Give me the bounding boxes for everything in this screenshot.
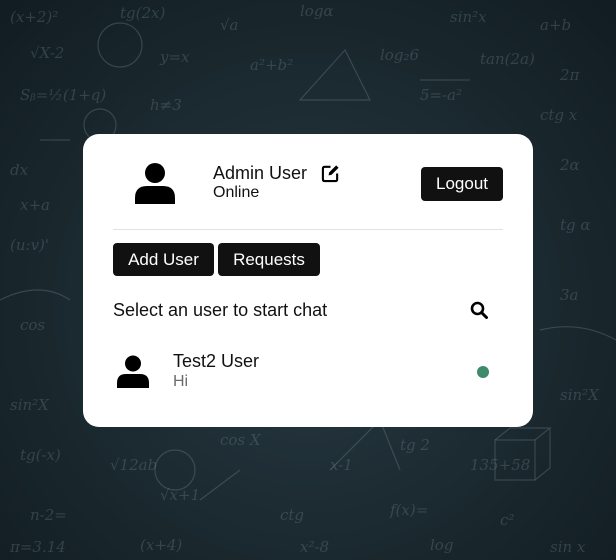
svg-text:135+58: 135+58 xyxy=(470,456,530,474)
svg-text:2α: 2α xyxy=(559,156,580,174)
svg-text:tg α: tg α xyxy=(560,216,591,234)
user-silhouette-icon xyxy=(117,355,149,388)
svg-text:logα: logα xyxy=(300,2,334,20)
requests-button[interactable]: Requests xyxy=(218,243,320,276)
add-user-button[interactable]: Add User xyxy=(113,243,214,276)
svg-text:n-2=: n-2= xyxy=(30,506,67,524)
svg-text:(u:v)': (u:v)' xyxy=(10,236,49,254)
svg-text:Sᵦ=½(1+q): Sᵦ=½(1+q) xyxy=(20,86,106,104)
user-name: Test2 User xyxy=(173,351,260,371)
divider xyxy=(113,229,503,230)
user-list-item[interactable]: Test2 User Hi xyxy=(113,346,503,396)
svg-text:f(x)=: f(x)= xyxy=(389,501,428,519)
svg-text:3a: 3a xyxy=(560,286,579,304)
edit-icon[interactable] xyxy=(321,164,340,183)
svg-text:5=-a²: 5=-a² xyxy=(420,86,462,104)
profile-name: Admin User xyxy=(213,163,308,183)
svg-text:sin²x: sin²x xyxy=(450,8,487,26)
svg-text:π=3.14: π=3.14 xyxy=(9,538,66,556)
svg-text:√x+1: √x+1 xyxy=(160,486,200,504)
svg-text:(x+2)²: (x+2)² xyxy=(10,8,58,26)
logout-button[interactable]: Logout xyxy=(421,167,503,201)
select-user-prompt: Select an user to start chat xyxy=(113,300,328,320)
svg-text:√a: √a xyxy=(220,16,239,34)
last-message: Hi xyxy=(173,373,189,390)
chat-panel-card: Admin User Online Logout Add User Reques… xyxy=(83,134,533,427)
search-icon[interactable] xyxy=(470,301,488,319)
svg-text:cos: cos xyxy=(20,316,45,334)
online-status-dot xyxy=(477,366,489,378)
svg-text:ctg x: ctg x xyxy=(540,106,578,124)
svg-text:x²-8: x²-8 xyxy=(300,538,329,556)
svg-text:x+a: x+a xyxy=(20,196,50,214)
svg-text:tg 2: tg 2 xyxy=(400,436,430,454)
svg-text:cos X: cos X xyxy=(220,431,262,449)
profile-status: Online xyxy=(213,184,260,201)
svg-text:log₂6: log₂6 xyxy=(380,46,419,64)
svg-text:sin²X: sin²X xyxy=(10,396,50,414)
svg-text:log: log xyxy=(430,536,453,554)
svg-text:tg(2x): tg(2x) xyxy=(120,4,165,22)
svg-text:tan(2a): tan(2a) xyxy=(480,50,535,68)
svg-text:ctg: ctg xyxy=(280,506,304,524)
svg-text:√12ab: √12ab xyxy=(110,456,157,474)
svg-text:y=x: y=x xyxy=(159,48,190,66)
svg-text:h≠3: h≠3 xyxy=(150,96,182,114)
svg-text:sin²X: sin²X xyxy=(560,386,600,404)
svg-text:a²+b²: a²+b² xyxy=(250,56,293,74)
svg-text:c²: c² xyxy=(500,511,514,529)
svg-text:2π: 2π xyxy=(559,66,581,84)
svg-text:tg(-x): tg(-x) xyxy=(20,446,61,464)
svg-text:a+b: a+b xyxy=(540,16,571,34)
svg-text:(x+4): (x+4) xyxy=(140,536,182,554)
svg-text:dx: dx xyxy=(10,161,29,179)
svg-text:sin x: sin x xyxy=(550,538,586,556)
user-silhouette-icon xyxy=(135,163,175,204)
svg-text:√X-2: √X-2 xyxy=(30,44,64,62)
